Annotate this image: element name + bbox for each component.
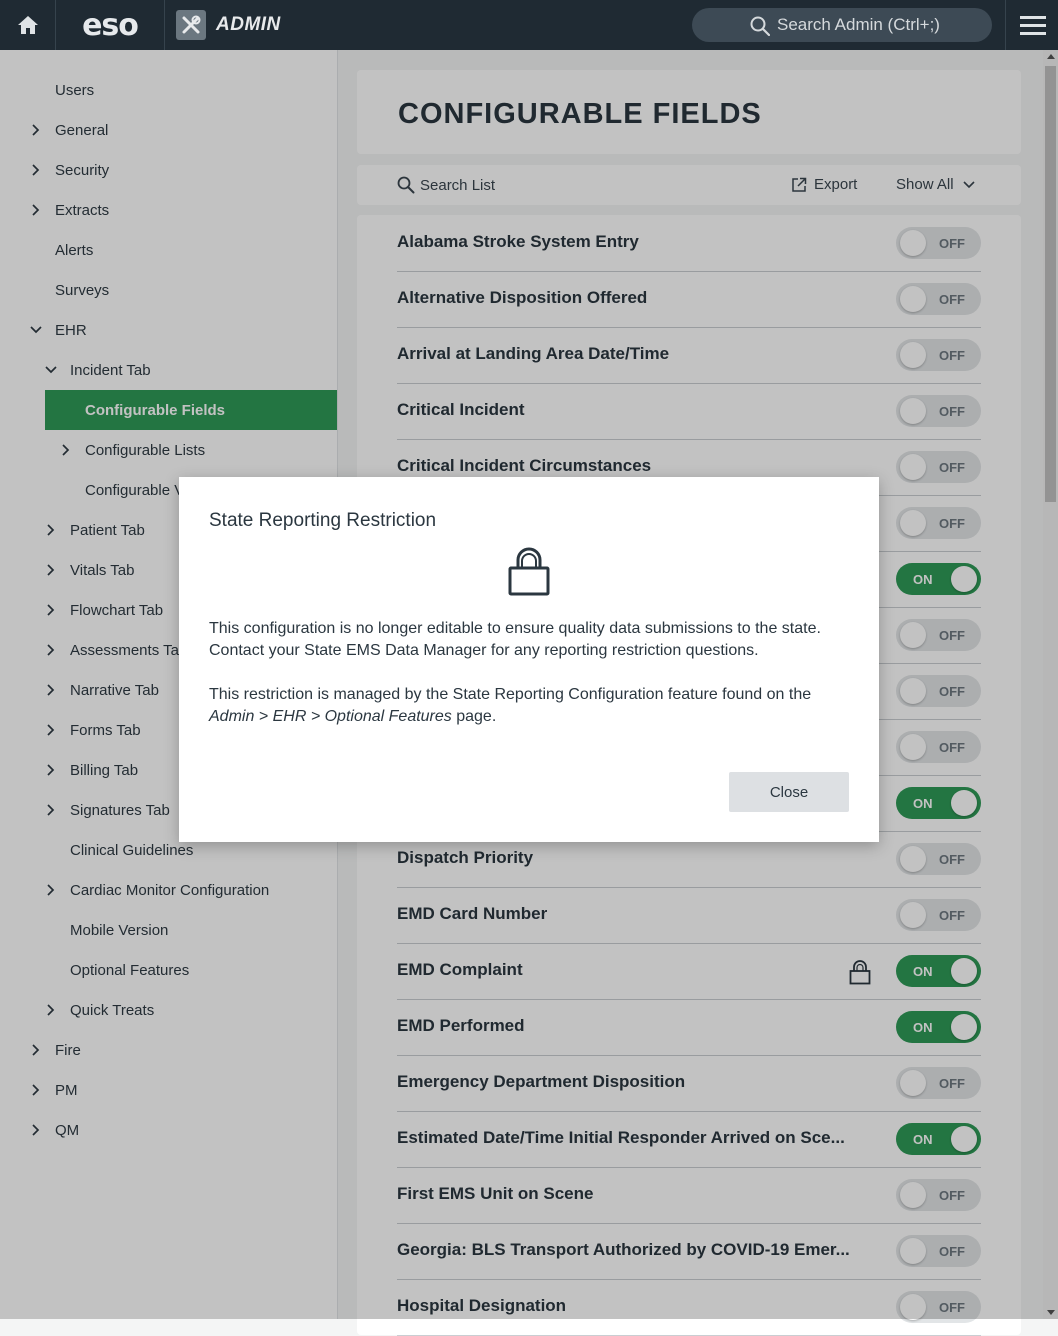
- global-search-input[interactable]: Search Admin (Ctrl+;): [692, 8, 992, 42]
- admin-home-link[interactable]: ADMIN: [176, 9, 281, 41]
- eso-logo[interactable]: eso: [56, 0, 165, 50]
- dialog-title: State Reporting Restriction: [209, 510, 437, 531]
- state-reporting-restriction-dialog: State Reporting Restriction This configu…: [179, 477, 879, 842]
- close-button[interactable]: Close: [729, 772, 849, 812]
- search-icon: [750, 16, 770, 36]
- search-placeholder: Search Admin (Ctrl+;): [777, 15, 940, 34]
- note-suffix: page.: [451, 708, 497, 725]
- dialog-message: This configuration is no longer editable…: [209, 620, 821, 659]
- home-icon: [17, 16, 38, 34]
- dialog-restriction-note: This restriction is managed by the State…: [209, 684, 859, 728]
- home-button[interactable]: [0, 0, 56, 50]
- admin-label: ADMIN: [216, 14, 281, 35]
- padlock-icon: [508, 547, 550, 596]
- main-menu-button[interactable]: [1005, 0, 1058, 50]
- optional-features-path: Admin > EHR > Optional Features: [209, 708, 452, 725]
- note-prefix: This restriction is managed by the State…: [209, 686, 812, 703]
- top-bar: eso ADMIN Search Admin (Ctrl+;): [0, 0, 1058, 50]
- logo-text: eso: [82, 7, 139, 43]
- hamburger-menu-icon: [1019, 16, 1046, 35]
- tools-icon: [176, 10, 206, 40]
